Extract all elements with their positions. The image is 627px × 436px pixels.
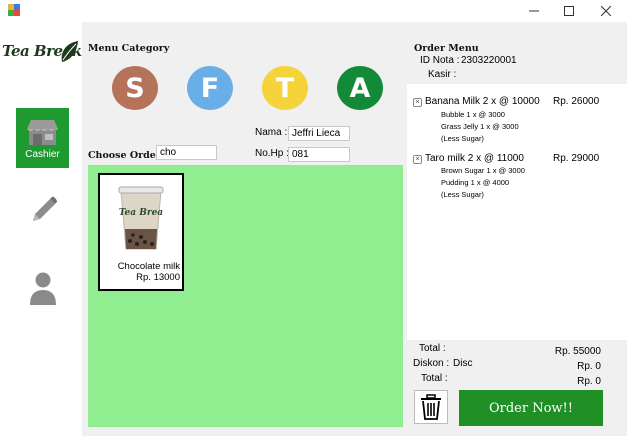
category-s-button[interactable]: S xyxy=(112,66,158,110)
order-menu-title: Order Menu xyxy=(414,43,479,54)
nama-label: Nama : xyxy=(255,127,288,138)
category-a-letter: A xyxy=(349,72,371,104)
order-item-2-name: Taro milk 2 x @ 11000 xyxy=(425,153,524,164)
category-f-button[interactable]: F xyxy=(187,66,233,110)
order-item-2-detail-2: Pudding 1 x @ 4000 xyxy=(441,178,510,187)
product-price: Rp. 13000 xyxy=(136,272,180,283)
trash-icon xyxy=(421,394,441,420)
category-s-letter: S xyxy=(125,72,145,104)
nav-edit-button[interactable] xyxy=(27,195,59,227)
nav-cashier-button[interactable]: Cashier xyxy=(16,108,69,168)
order-item-1-detail-3: (Less Sugar) xyxy=(441,134,484,143)
grand-total-label: Total : xyxy=(421,373,448,384)
leaf-logo-icon xyxy=(61,41,78,62)
pencil-icon xyxy=(33,196,57,221)
title-bar xyxy=(0,0,627,22)
delete-order-button[interactable] xyxy=(414,390,448,424)
product-name: Chocolate milk xyxy=(117,261,180,272)
category-t-button[interactable]: T xyxy=(262,66,308,110)
order-item-2-detail-1: Brown Sugar 1 x @ 3000 xyxy=(441,166,525,175)
order-item-1-detail-2: Grass Jelly 1 x @ 3000 xyxy=(441,122,519,131)
kasir-label: Kasir : xyxy=(428,69,457,80)
product-card[interactable]: Tea Brea Chocolate milk Rp. 13000 xyxy=(98,173,184,291)
sidebar xyxy=(0,22,82,436)
id-nota-value: 2303220001 xyxy=(461,55,517,66)
category-f-letter: F xyxy=(200,72,220,104)
nohp-label: No.Hp : xyxy=(255,148,289,159)
app-icon xyxy=(8,4,20,16)
user-icon xyxy=(30,272,56,305)
diskon-code: Disc xyxy=(453,358,473,369)
close-icon[interactable] xyxy=(590,0,622,22)
minimize-icon[interactable] xyxy=(518,0,550,22)
maximize-icon[interactable] xyxy=(553,0,585,22)
menu-category-title: Menu Category xyxy=(88,43,170,54)
order-item-1-detail-1: Bubble 1 x @ 3000 xyxy=(441,110,505,119)
id-nota-label: ID Nota : xyxy=(420,55,460,66)
order-item-2-detail-3: (Less Sugar) xyxy=(441,190,484,199)
grand-total-value: Rp. 0 xyxy=(577,376,601,387)
choose-order-label: Choose Order xyxy=(88,150,161,161)
nav-user-button[interactable] xyxy=(27,270,59,306)
total-label: Total : xyxy=(419,343,446,354)
nohp-input[interactable]: 081 xyxy=(288,147,350,162)
category-t-letter: T xyxy=(275,72,295,104)
diskon-value: Rp. 0 xyxy=(577,361,601,372)
diskon-label: Diskon : xyxy=(413,358,450,369)
cashier-store-icon xyxy=(27,120,58,145)
order-now-button[interactable]: Order Now!! xyxy=(459,390,603,426)
remove-item-1-button[interactable]: × xyxy=(413,98,422,107)
order-item-1-name: Banana Milk 2 x @ 10000 xyxy=(425,96,540,107)
chocolate-milk-image: Tea Brea xyxy=(118,186,164,250)
search-input[interactable]: cho xyxy=(156,145,217,160)
total-value: Rp. 55000 xyxy=(554,346,601,357)
remove-item-2-button[interactable]: × xyxy=(413,155,422,164)
order-item-1-price: Rp. 26000 xyxy=(553,96,600,107)
category-a-button[interactable]: A xyxy=(337,66,383,110)
svg-text:Tea Brea: Tea Brea xyxy=(119,208,163,218)
nav-cashier-label: Cashier xyxy=(25,149,60,160)
nama-input[interactable]: Jeffri Lieca xyxy=(288,126,350,141)
order-item-2-price: Rp. 29000 xyxy=(553,153,600,164)
